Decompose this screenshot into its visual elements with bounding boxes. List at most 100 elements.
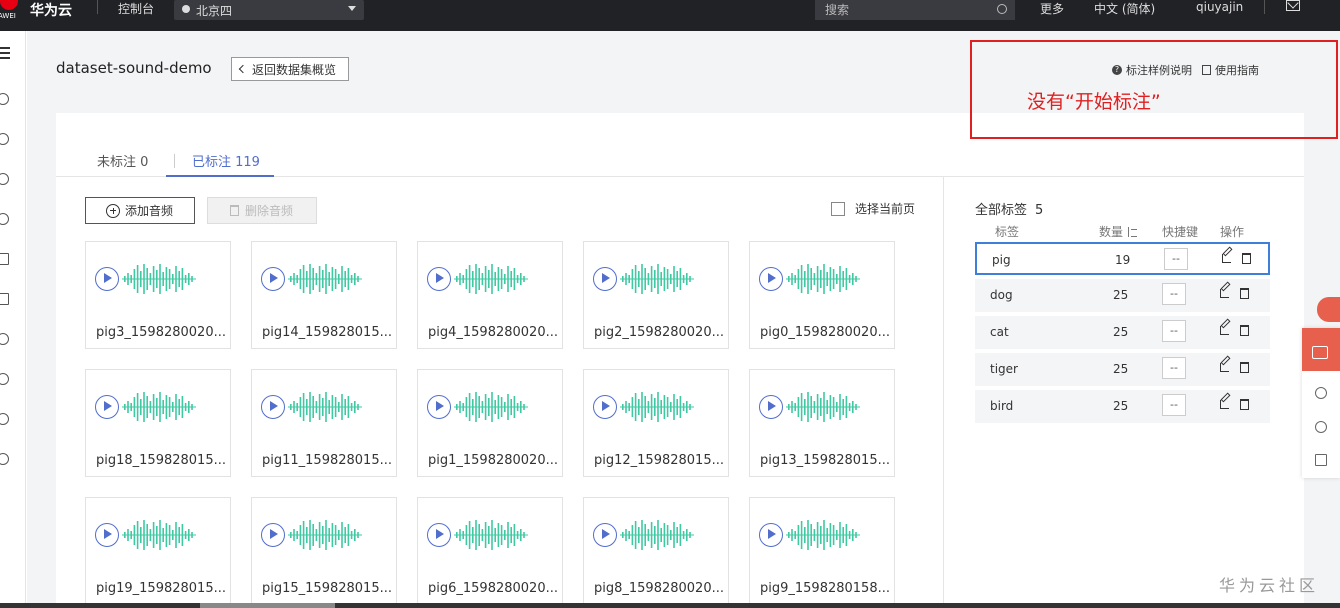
audio-card[interactable]: pig0_1598280020... [749,241,895,349]
audio-file-name: pig1_1598280020... [428,453,558,468]
sidebar-nav-icon[interactable] [0,333,9,345]
audio-card[interactable]: pig3_1598280020... [85,241,231,349]
audio-card[interactable]: pig18_159828015... [85,369,231,477]
play-icon[interactable] [95,267,119,291]
sort-icon[interactable] [1126,227,1138,237]
smile-icon[interactable] [1315,387,1327,399]
more-link[interactable]: 更多 [1040,0,1064,17]
hotkey-input[interactable]: -- [1162,283,1186,305]
sidebar-nav-icon[interactable] [0,453,9,465]
edit-icon[interactable] [1220,363,1229,372]
hotkey-input[interactable]: -- [1162,357,1186,379]
label-row-pig[interactable]: pig 19 -- [975,242,1270,275]
assistant-avatar-icon[interactable] [1317,297,1340,322]
audio-card[interactable]: pig12_159828015... [583,369,729,477]
hotkey-input[interactable]: -- [1162,320,1186,342]
audio-card[interactable]: pig1_1598280020... [417,369,563,477]
play-icon[interactable] [593,267,617,291]
audio-card[interactable]: pig8_1598280020... [583,497,729,605]
play-icon[interactable] [95,523,119,547]
menu-icon[interactable] [0,47,10,59]
play-icon[interactable] [427,267,451,291]
sidebar-nav-icon[interactable] [0,373,9,385]
edit-icon[interactable] [1222,254,1231,263]
audio-card[interactable]: pig4_1598280020... [417,241,563,349]
label-row-bird[interactable]: bird 25 -- [975,390,1270,423]
sidebar-nav-icon[interactable] [0,133,9,145]
brand-name[interactable]: 华为云 [30,0,72,20]
user-link[interactable]: qiuyajin [1196,0,1243,14]
audio-card[interactable]: pig11_159828015... [251,369,397,477]
column-header-count[interactable]: 数量 [1099,223,1138,240]
play-icon[interactable] [759,267,783,291]
select-current-page[interactable]: 选择当前页 [831,200,915,217]
play-icon[interactable] [593,523,617,547]
globe-icon[interactable] [0,413,9,425]
play-icon[interactable] [261,267,285,291]
hotkey-input[interactable]: -- [1164,248,1188,270]
edit-icon[interactable] [1220,289,1229,298]
sidebar-nav-icon[interactable] [0,213,9,225]
huawei-logo[interactable]: AWEI [0,0,22,31]
select-page-checkbox[interactable] [831,201,845,216]
floating-toolbar [1302,328,1340,478]
scrollbar-thumb[interactable] [200,603,335,608]
trash-icon[interactable] [1240,288,1249,299]
tab-unlabeled[interactable]: 未标注 0 [97,151,148,170]
column-header-hotkey: 快捷键 [1162,225,1199,239]
region-selector[interactable]: 北京四 [174,0,364,20]
back-to-overview-button[interactable]: 返回数据集概览 [231,57,349,81]
add-audio-button[interactable]: 添加音频 [85,197,195,224]
audio-card[interactable]: pig6_1598280020... [417,497,563,605]
audio-card[interactable]: pig15_159828015... [251,497,397,605]
play-icon[interactable] [261,523,285,547]
trash-icon[interactable] [1240,399,1249,410]
play-icon[interactable] [759,523,783,547]
delete-audio-button[interactable]: 删除音频 [207,197,317,224]
trash-icon[interactable] [1240,362,1249,373]
labels-title: 全部标签 [975,203,1028,218]
top-navbar: AWEI 华为云 控制台 北京四 搜索 更多 中文 (简体) qiuyajin [0,0,1340,31]
play-icon[interactable] [427,395,451,419]
audio-file-name: pig19_159828015... [96,581,226,596]
label-row-cat[interactable]: cat 25 -- [975,316,1270,349]
audio-card[interactable]: pig19_159828015... [85,497,231,605]
waveform-icon [454,392,528,422]
search-icon[interactable] [997,4,1007,14]
topbar-divider [1264,0,1265,14]
sidebar-nav-icon[interactable] [0,293,9,305]
play-icon[interactable] [593,395,617,419]
edit-icon[interactable] [1220,400,1229,409]
waveform-icon [288,520,362,550]
audio-card[interactable]: pig13_159828015... [749,369,895,477]
play-icon[interactable] [95,395,119,419]
label-row-dog[interactable]: dog 25 -- [975,279,1270,312]
search-input[interactable]: 搜索 [815,0,1015,20]
waveform-icon [786,392,860,422]
sidebar-nav-icon[interactable] [0,93,9,105]
feedback-icon[interactable] [1315,454,1327,466]
audio-file-name: pig3_1598280020... [96,325,226,340]
play-icon[interactable] [427,523,451,547]
label-row-tiger[interactable]: tiger 25 -- [975,353,1270,386]
hotkey-input[interactable]: -- [1162,394,1186,416]
play-icon[interactable] [261,395,285,419]
language-link[interactable]: 中文 (简体) [1094,0,1155,17]
edit-icon[interactable] [1220,326,1229,335]
trash-icon[interactable] [1240,325,1249,336]
chat-button[interactable] [1302,328,1340,371]
audio-file-name: pig15_159828015... [262,581,392,596]
horizontal-scrollbar[interactable] [0,603,1340,608]
audio-card[interactable]: pig9_1598280158... [749,497,895,605]
help-icon[interactable] [1315,421,1327,433]
tab-labeled[interactable]: 已标注 119 [192,151,260,170]
trash-icon[interactable] [1242,253,1251,264]
mail-icon[interactable] [1286,0,1300,11]
console-link[interactable]: 控制台 [118,0,154,17]
sidebar-nav-icon[interactable] [0,173,9,185]
play-icon[interactable] [759,395,783,419]
audio-card[interactable]: pig14_159828015... [251,241,397,349]
waveform-icon [620,264,694,294]
audio-card[interactable]: pig2_1598280020... [583,241,729,349]
sidebar-nav-icon[interactable] [0,253,9,265]
